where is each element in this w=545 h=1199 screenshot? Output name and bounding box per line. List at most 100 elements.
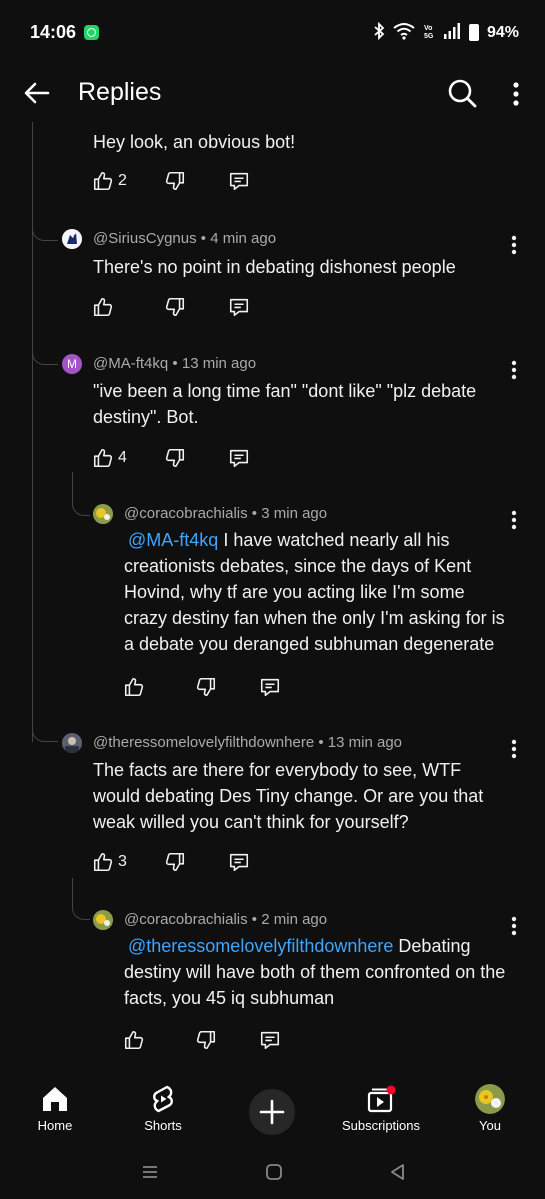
thread-connector [32, 718, 58, 742]
dislike-button[interactable] [195, 676, 217, 698]
like-count: 4 [118, 449, 127, 466]
shorts-icon [153, 1085, 173, 1113]
reply-button[interactable] [228, 170, 250, 192]
comment-actions [123, 676, 323, 704]
thumbs-down-icon [196, 677, 216, 697]
comment-body: "ive been a long time fan" "dont like" "… [93, 381, 477, 427]
wifi-icon [393, 22, 415, 43]
nav-shorts[interactable]: Shorts [113, 1084, 213, 1133]
reply-icon [260, 1031, 280, 1050]
nav-label: You [479, 1118, 501, 1133]
back-nav-icon[interactable] [388, 1162, 408, 1187]
dislike-button[interactable] [195, 1029, 217, 1051]
like-button[interactable] [123, 676, 149, 698]
thread-line [32, 122, 33, 742]
reply-button[interactable] [259, 676, 281, 698]
reply-icon [229, 449, 249, 468]
like-button[interactable] [123, 1029, 149, 1051]
comment-meta: @MA-ft4kq • 13 min ago [93, 355, 257, 372]
dislike-button[interactable] [164, 170, 186, 192]
thumbs-up-icon [93, 171, 113, 191]
thumbs-down-icon [165, 852, 185, 872]
home-button-icon[interactable] [264, 1162, 284, 1187]
comment-meta: @theressomelovelyfilthdownhere • 13 min … [93, 734, 402, 751]
nav-subscriptions[interactable]: Subscriptions [331, 1084, 431, 1133]
status-time: 14:06 [30, 22, 77, 42]
thumbs-down-icon [165, 297, 185, 317]
dislike-button[interactable] [164, 296, 186, 318]
comment-body: @theressomelovelyfilthdownhere Debating … [124, 936, 506, 1008]
whatsapp-icon [84, 25, 99, 40]
comment-actions [92, 296, 292, 324]
avatar [475, 1084, 505, 1114]
back-arrow-icon[interactable] [22, 78, 52, 108]
reply-icon [229, 172, 249, 191]
mention-link[interactable]: @MA-ft4kq [128, 530, 218, 550]
volte-icon: Vo 5G [423, 22, 435, 43]
like-button[interactable]: 2 [92, 170, 127, 192]
bluetooth-icon [373, 21, 385, 43]
comment-author[interactable]: @coracobrachialis [124, 505, 248, 522]
thread-connector [72, 472, 90, 516]
avatar[interactable] [93, 504, 113, 524]
comment-author[interactable]: @MA-ft4kq [93, 355, 168, 372]
dislike-button[interactable] [164, 851, 186, 873]
thumbs-up-icon [93, 297, 113, 317]
comment-time: 13 min ago [181, 355, 257, 372]
nav-you[interactable]: You [440, 1084, 540, 1133]
create-plus-icon[interactable] [249, 1089, 295, 1135]
thumbs-up-icon [124, 1030, 144, 1050]
avatar[interactable] [93, 910, 113, 930]
comment-author[interactable]: @SiriusCygnus [93, 230, 197, 247]
thread-connector [72, 878, 90, 920]
comment-meta: @SiriusCygnus • 4 min ago [93, 230, 277, 247]
like-button[interactable]: 4 [92, 447, 127, 469]
comment-time: 13 min ago [327, 734, 402, 751]
avatar[interactable]: M [62, 354, 82, 374]
comment-time: 2 min ago [261, 911, 328, 928]
comment-meta: @coracobrachialis • 2 min ago [124, 911, 328, 928]
thumbs-up-icon [93, 852, 113, 872]
comment-author[interactable]: @coracobrachialis [124, 911, 248, 928]
avatar[interactable] [62, 733, 82, 753]
more-vert-icon[interactable] [505, 80, 527, 108]
more-vert-icon[interactable] [509, 915, 519, 937]
comment-time: 3 min ago [261, 505, 328, 522]
comment-time: 4 min ago [210, 230, 277, 247]
home-icon [43, 1087, 67, 1111]
replies-thread[interactable]: Hey look, an obvious bot! 2 @SiriusCygnu… [0, 122, 545, 1070]
nav-home[interactable]: Home [5, 1084, 105, 1133]
subscriptions-icon [367, 1085, 396, 1113]
signal-icon [443, 23, 461, 42]
reply-button[interactable] [259, 1029, 281, 1051]
reply-icon [229, 298, 249, 317]
nav-label: Subscriptions [341, 1118, 421, 1133]
search-icon[interactable] [447, 78, 477, 108]
comment-body: Hey look, an obvious bot! [93, 132, 296, 152]
more-vert-icon[interactable] [509, 234, 519, 256]
like-button[interactable] [92, 296, 118, 318]
reply-button[interactable] [228, 296, 250, 318]
comment-actions [123, 1029, 323, 1057]
comment-body: The facts are there for everybody to see… [93, 760, 484, 832]
thread-connector [32, 341, 58, 365]
reply-button[interactable] [228, 447, 250, 469]
recents-icon[interactable] [140, 1162, 160, 1187]
status-bar: 14:06 Vo 5G 94% [0, 0, 545, 64]
app-bar: Replies [0, 64, 545, 122]
thumbs-up-icon [93, 448, 113, 468]
comment-author[interactable]: @theressomelovelyfilthdownhere [93, 734, 314, 751]
mention-link[interactable]: @theressomelovelyfilthdownhere [128, 936, 393, 956]
svg-text:Vo: Vo [424, 25, 432, 32]
nav-label: Shorts [144, 1118, 182, 1133]
avatar[interactable] [62, 229, 82, 249]
like-button[interactable]: 3 [92, 851, 127, 873]
dislike-button[interactable] [164, 447, 186, 469]
system-nav-bar [0, 1150, 545, 1199]
like-count: 3 [118, 853, 127, 870]
nav-label: Home [37, 1118, 73, 1133]
comment-actions: 3 [92, 851, 292, 879]
more-vert-icon[interactable] [509, 509, 519, 531]
comment-body: @MA-ft4kq I have watched nearly all his … [124, 530, 505, 654]
reply-button[interactable] [228, 851, 250, 873]
